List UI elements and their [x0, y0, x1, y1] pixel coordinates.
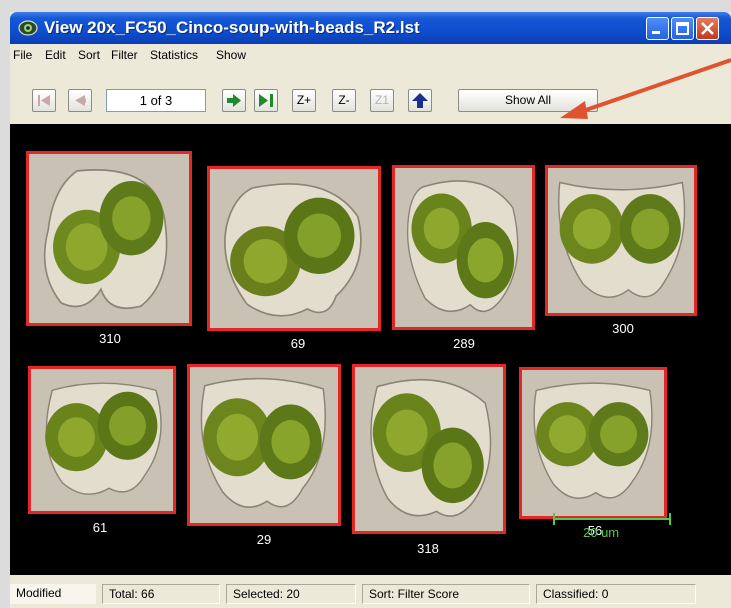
- scale-bar: [553, 513, 671, 525]
- menu-sort[interactable]: Sort: [78, 48, 100, 62]
- cell-image-300[interactable]: [545, 165, 697, 316]
- window-title: View 20x_FC50_Cinco-soup-with-beads_R2.l…: [44, 18, 420, 37]
- previous-page-button[interactable]: [68, 89, 92, 112]
- menu-statistics[interactable]: Statistics: [150, 48, 198, 62]
- microscope-eye-icon[interactable]: [18, 19, 38, 37]
- cell-image-289[interactable]: [392, 165, 535, 330]
- image-label: 289: [453, 336, 475, 351]
- menu-file[interactable]: File: [13, 48, 32, 62]
- show-all-button[interactable]: Show All: [458, 89, 598, 112]
- scale-bar-label: 20 um: [583, 525, 620, 540]
- menu-show[interactable]: Show: [216, 48, 246, 62]
- status-total: Total: 66: [102, 584, 220, 604]
- menu-bar: File Edit Sort Filter Statistics Show: [10, 44, 731, 66]
- last-page-button[interactable]: [254, 89, 278, 112]
- zoom-reset-button[interactable]: Z1: [370, 89, 394, 112]
- image-label: 29: [256, 532, 272, 547]
- image-label: 300: [612, 321, 634, 336]
- image-grid: 310 69 289 300 61 29 318 56: [10, 124, 731, 575]
- status-classified: Classified: 0: [536, 584, 696, 604]
- status-modified: Modified: [10, 584, 96, 604]
- image-label: 318: [417, 541, 439, 556]
- cell-image-29[interactable]: [187, 364, 341, 526]
- image-label: 61: [92, 520, 108, 535]
- cell-image-318[interactable]: [352, 364, 506, 534]
- toolbar: 1 of 3 Z+ Z- Z1 Show All: [10, 66, 731, 124]
- first-page-button[interactable]: [32, 89, 56, 112]
- image-label: 69: [290, 336, 306, 351]
- previous-page-icon: [75, 95, 86, 106]
- maximize-icon: [676, 22, 689, 35]
- status-bar: Modified Total: 66 Selected: 20 Sort: Fi…: [10, 575, 731, 608]
- next-page-icon: [227, 94, 241, 107]
- first-page-icon: [38, 95, 50, 106]
- image-label: 310: [99, 331, 121, 346]
- close-button[interactable]: [696, 17, 719, 40]
- cell-image-310[interactable]: [26, 151, 192, 326]
- maximize-button[interactable]: [671, 17, 694, 40]
- minimize-button[interactable]: [646, 17, 669, 40]
- zoom-in-button[interactable]: Z+: [292, 89, 316, 112]
- last-page-icon: [259, 94, 273, 107]
- menu-edit[interactable]: Edit: [45, 48, 66, 62]
- cell-image-61[interactable]: [28, 366, 176, 514]
- cell-image-56[interactable]: [519, 367, 667, 519]
- status-selected: Selected: 20: [226, 584, 356, 604]
- next-page-button[interactable]: [222, 89, 246, 112]
- status-sort: Sort: Filter Score: [362, 584, 530, 604]
- zoom-out-button[interactable]: Z-: [332, 89, 356, 112]
- close-icon: [701, 22, 714, 35]
- page-indicator[interactable]: 1 of 3: [106, 89, 206, 112]
- up-button[interactable]: [408, 89, 432, 112]
- up-arrow-icon: [412, 93, 428, 108]
- title-bar[interactable]: View 20x_FC50_Cinco-soup-with-beads_R2.l…: [10, 12, 731, 44]
- cell-image-69[interactable]: [207, 166, 381, 331]
- minimize-icon: [652, 31, 660, 34]
- menu-filter[interactable]: Filter: [111, 48, 138, 62]
